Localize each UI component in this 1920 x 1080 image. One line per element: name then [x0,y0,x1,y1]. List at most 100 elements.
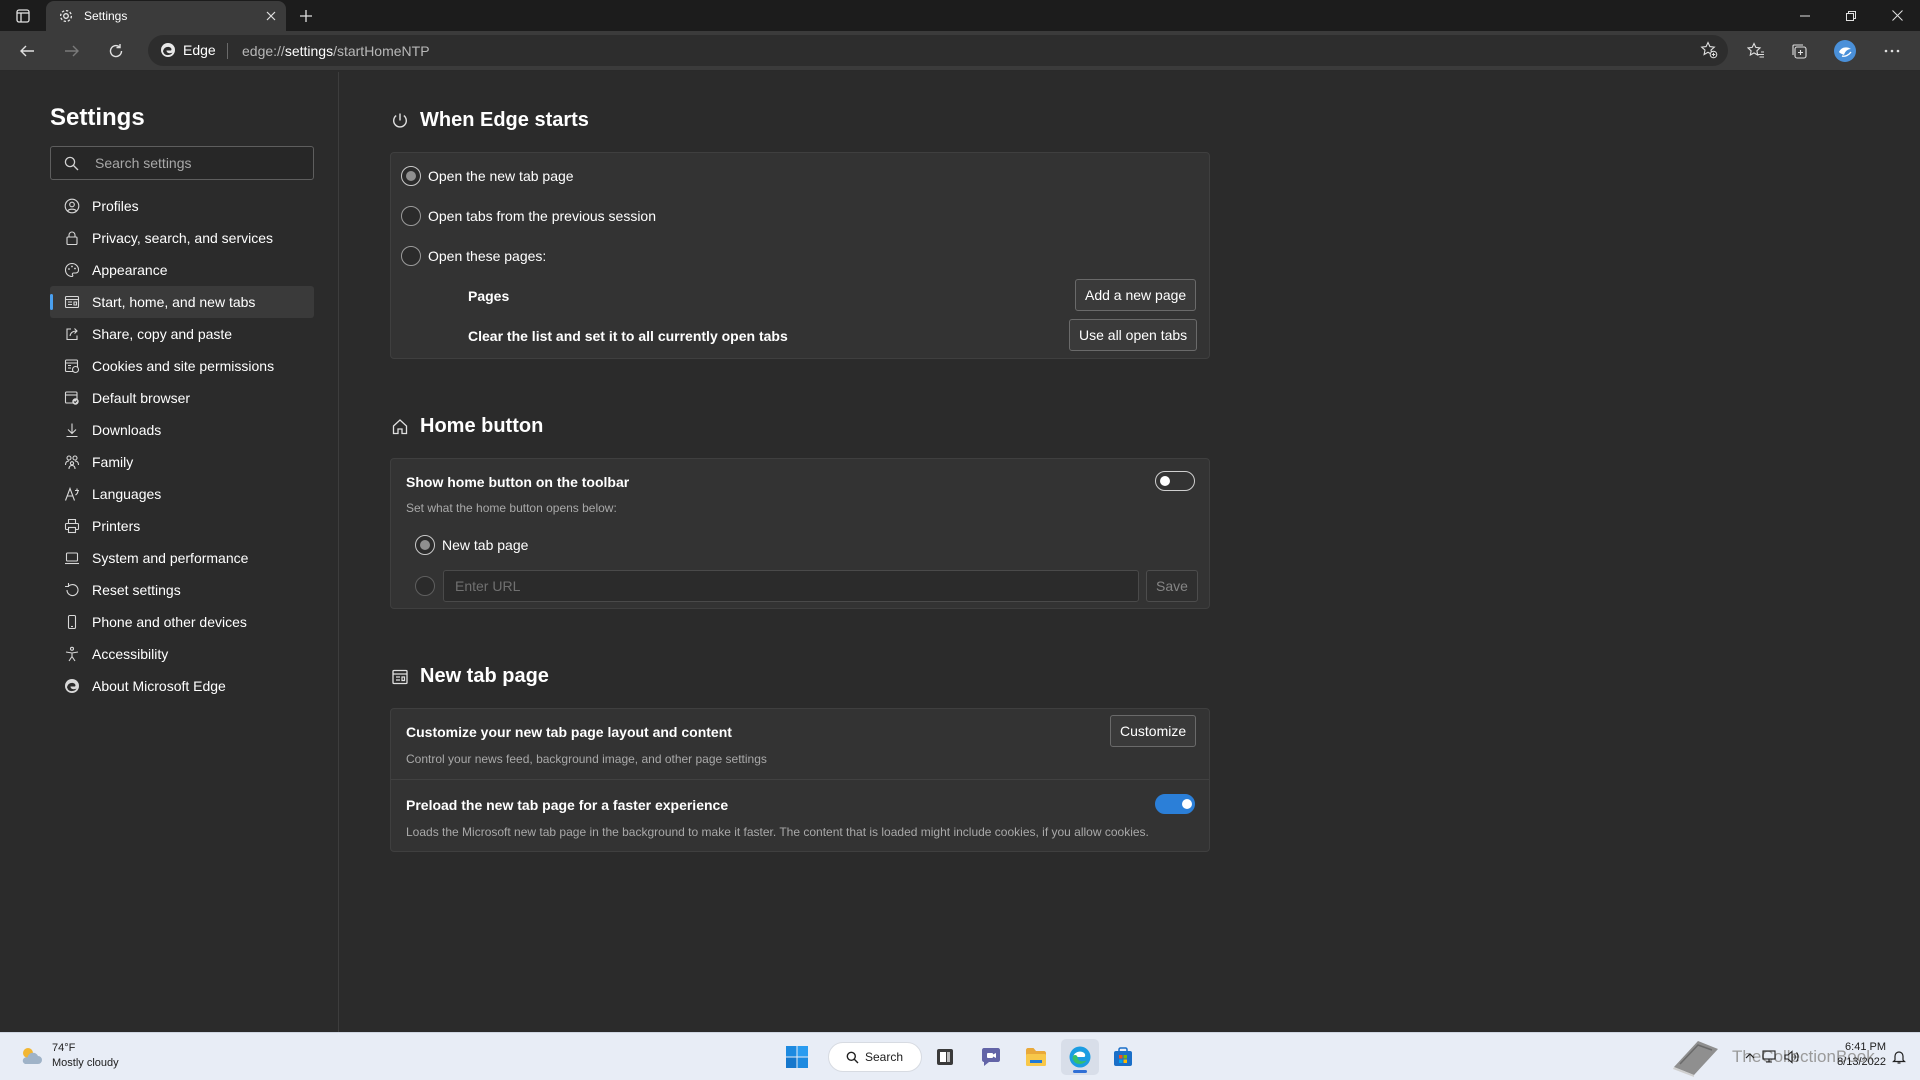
tab-strip: Settings [0,0,1920,31]
favorites-button[interactable] [1739,35,1773,67]
star-add-icon [1700,41,1718,59]
tray-icons[interactable] [1744,1050,1800,1064]
close-icon [266,11,276,21]
site-identity[interactable]: Edge [160,42,216,58]
system-tray: TheCollectionBook 6:41 PM 8/13/2022 [1660,1037,1920,1077]
preload-label: Preload the new tab page for a faster ex… [406,797,729,813]
share-icon [64,326,80,342]
tab-actions-button[interactable] [8,3,38,29]
arrow-left-icon [20,45,34,57]
sidebar-item-languages[interactable]: Languages [50,478,314,510]
collections-button[interactable] [1782,35,1816,67]
add-new-page-button[interactable]: Add a new page [1075,279,1197,311]
preload-toggle[interactable] [1155,794,1195,814]
running-indicator [1073,1070,1087,1073]
sidebar-item-default-browser[interactable]: Default browser [50,382,314,414]
taskbar: 74°F Mostly cloudy Search TheCollectionB… [0,1032,1920,1080]
start-button[interactable] [778,1039,816,1075]
restore-button[interactable] [1828,0,1874,31]
power-icon [391,112,409,130]
folder-icon [1026,1048,1046,1066]
avatar-icon [1834,40,1856,62]
search-icon [64,156,79,171]
radio-home-new-tab[interactable] [415,535,435,555]
chevron-up-icon [1745,1053,1755,1059]
settings-sidebar: Settings Profiles Privacy, search, and s… [0,72,339,1032]
sidebar-item-family[interactable]: Family [50,446,314,478]
radio-open-previous-session[interactable] [401,206,421,226]
accessibility-icon [64,646,80,662]
edge-taskbar-button[interactable] [1061,1039,1099,1075]
sidebar-item-label: Privacy, search, and services [92,230,274,246]
sidebar-item-label: System and performance [92,550,249,566]
clock-time: 6:41 PM [1845,1041,1886,1053]
sidebar-item-label: Downloads [92,422,162,438]
sidebar-item-privacy[interactable]: Privacy, search, and services [50,222,314,254]
search-box[interactable] [50,146,314,180]
refresh-button[interactable] [99,35,133,67]
volume-icon [1784,1050,1799,1064]
sidebar-item-phone-devices[interactable]: Phone and other devices [50,606,314,638]
customize-description: Control your news feed, background image… [406,752,767,766]
weather-description: Mostly cloudy [52,1057,119,1069]
save-url-button[interactable]: Save [1146,570,1198,602]
toggle-knob [1160,476,1170,486]
add-favorite-button[interactable] [1700,41,1718,59]
home-icon [391,418,409,436]
sidebar-item-cookies[interactable]: Cookies and site permissions [50,350,314,382]
radio-home-url[interactable] [415,576,435,596]
sidebar-item-label: Languages [92,486,162,502]
pages-label: Pages [468,288,510,304]
url-path: /startHomeNTP [333,43,430,59]
close-window-button[interactable] [1874,0,1920,31]
file-explorer-button[interactable] [1017,1039,1055,1075]
notification-bell-icon[interactable] [1892,1049,1906,1065]
taskbar-search[interactable]: Search [828,1042,922,1072]
sidebar-item-start-home-new-tabs[interactable]: Start, home, and new tabs [50,286,314,318]
sidebar-item-share-copy-paste[interactable]: Share, copy and paste [50,318,314,350]
sidebar-item-about-edge[interactable]: About Microsoft Edge [50,670,314,702]
microsoft-store-button[interactable] [1104,1039,1142,1075]
profile-button[interactable] [1828,35,1862,67]
option-label: New tab page [442,537,529,553]
teams-chat-button[interactable] [972,1039,1010,1075]
sidebar-item-printers[interactable]: Printers [50,510,314,542]
section-title: When Edge starts [420,109,589,131]
start-page-icon [64,294,80,310]
forward-button[interactable] [55,35,89,67]
sidebar-item-reset-settings[interactable]: Reset settings [50,574,314,606]
family-icon [64,454,80,470]
weather-widget[interactable]: 74°F Mostly cloudy [18,1041,119,1071]
sidebar-item-appearance[interactable]: Appearance [50,254,314,286]
tab-settings[interactable]: Settings [46,1,286,31]
address-divider [227,43,228,59]
sidebar-item-downloads[interactable]: Downloads [50,414,314,446]
collections-icon [1792,44,1807,59]
customize-button[interactable]: Customize [1110,715,1197,747]
sidebar-item-label: Default browser [92,390,191,406]
radio-open-these-pages[interactable] [401,246,421,266]
plus-icon [300,10,312,22]
sidebar-item-system-performance[interactable]: System and performance [50,542,314,574]
preload-description: Loads the Microsoft new tab page in the … [406,825,1149,839]
chat-icon [982,1048,1000,1066]
sidebar-item-profiles[interactable]: Profiles [50,190,314,222]
minimize-button[interactable] [1782,0,1828,31]
use-all-open-tabs-button[interactable]: Use all open tabs [1069,319,1198,351]
clock[interactable]: 6:41 PM 8/13/2022 [1824,1040,1886,1070]
url-text[interactable]: edge://settings/startHomeNTP [242,43,430,59]
radio-open-new-tab[interactable] [401,166,421,186]
home-button-description: Set what the home button opens below: [406,501,617,515]
show-home-button-toggle[interactable] [1155,471,1195,491]
more-menu-button[interactable] [1875,35,1909,67]
back-button[interactable] [10,35,44,67]
laptop-icon [64,550,80,566]
address-bar[interactable]: Edge edge://settings/startHomeNTP [148,35,1728,66]
new-tab-button[interactable] [294,4,318,28]
sidebar-item-accessibility[interactable]: Accessibility [50,638,314,670]
close-tab-button[interactable] [262,7,280,25]
search-input[interactable] [95,154,305,172]
option-label: Open the new tab page [428,168,574,184]
task-view-button[interactable] [926,1039,964,1075]
home-url-input[interactable] [443,570,1139,602]
